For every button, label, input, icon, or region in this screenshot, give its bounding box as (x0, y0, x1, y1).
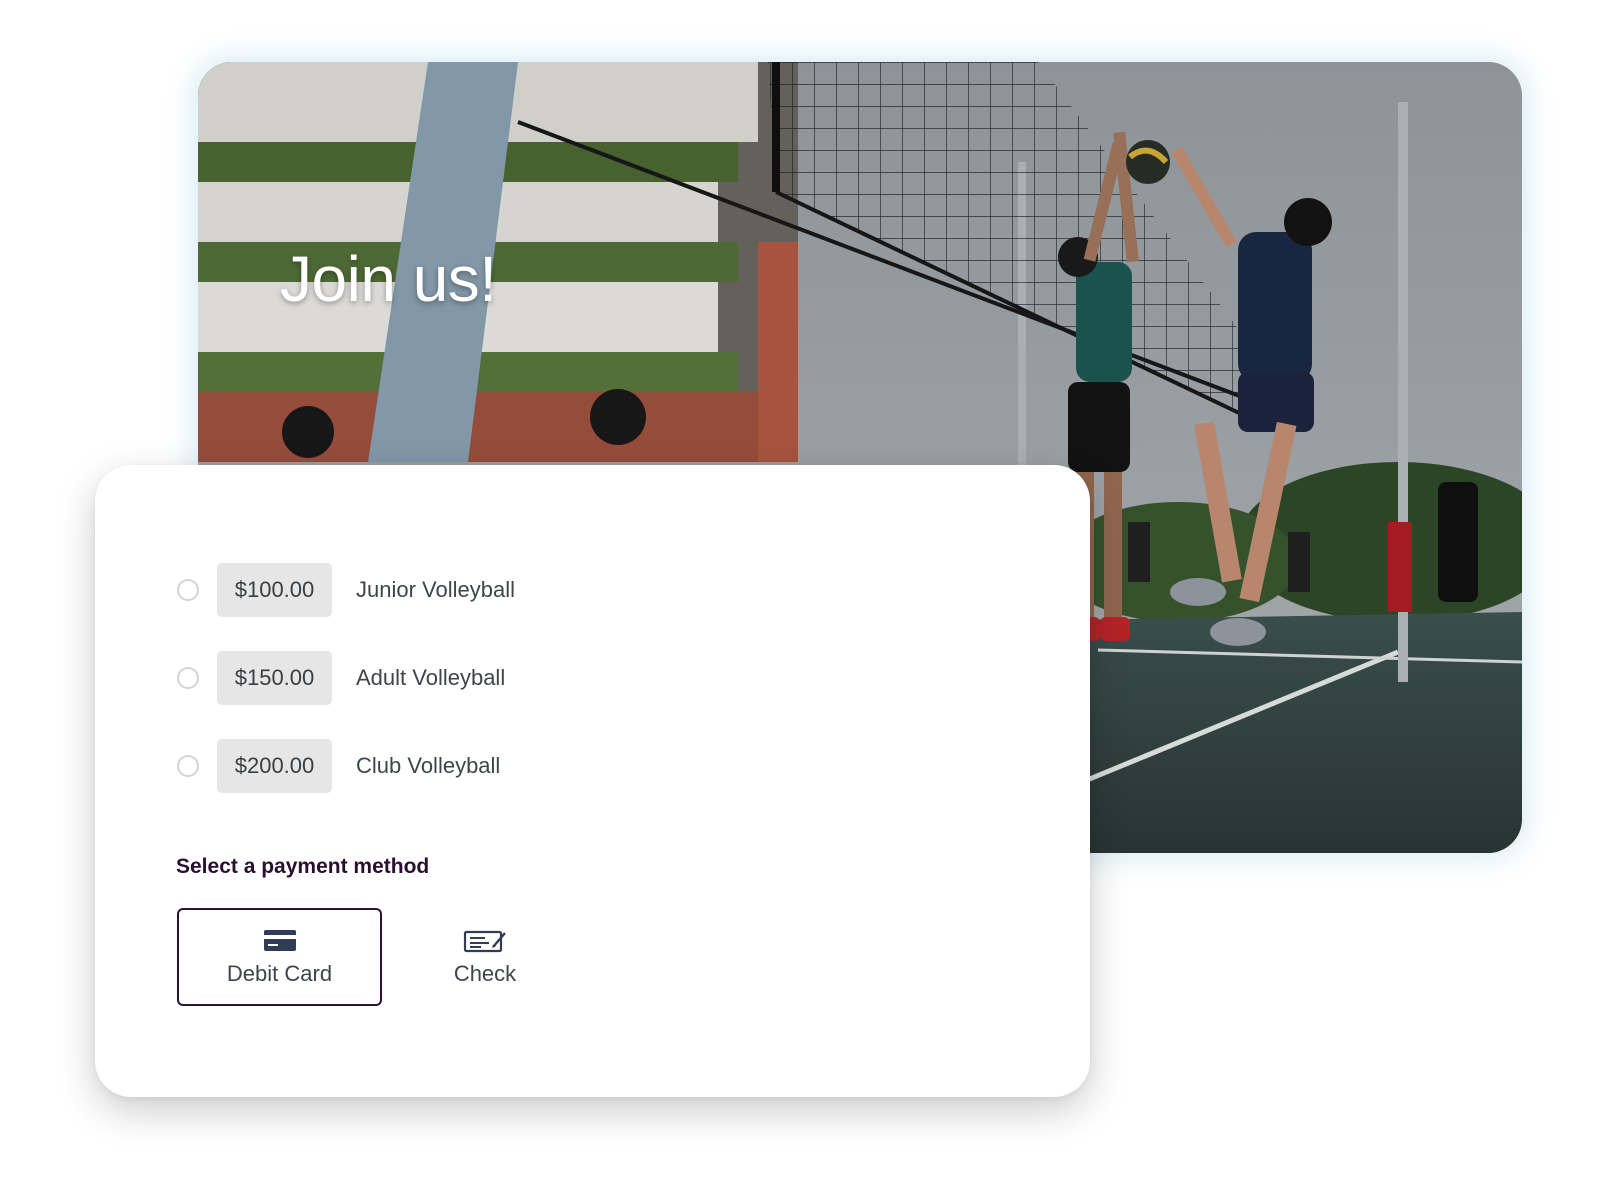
payment-method-label: Check (453, 961, 517, 986)
radio-adult-volleyball[interactable] (177, 667, 199, 689)
membership-options: $100.00 Junior Volleyball $150.00 Adult … (177, 563, 777, 827)
payment-method-label: Debit Card (226, 961, 333, 986)
radio-junior-volleyball[interactable] (177, 579, 199, 601)
check-icon (463, 930, 506, 953)
option-club-volleyball[interactable]: $200.00 Club Volleyball (177, 739, 777, 793)
option-label: Junior Volleyball (356, 577, 515, 602)
payment-method-heading: Select a payment method (176, 855, 430, 878)
radio-club-volleyball[interactable] (177, 755, 199, 777)
option-adult-volleyball[interactable]: $150.00 Adult Volleyball (177, 651, 777, 705)
price-tag: $100.00 (217, 563, 332, 617)
hero-title: Join us! (280, 243, 497, 315)
price-tag: $150.00 (217, 651, 332, 705)
payment-check-button[interactable]: Check (395, 908, 575, 1006)
credit-card-icon (263, 930, 296, 951)
option-label: Club Volleyball (356, 753, 501, 778)
price-tag: $200.00 (217, 739, 332, 793)
option-label: Adult Volleyball (356, 665, 506, 690)
registration-card: $100.00 Junior Volleyball $150.00 Adult … (95, 465, 1090, 1097)
option-junior-volleyball[interactable]: $100.00 Junior Volleyball (177, 563, 777, 617)
payment-debit-card-button[interactable]: Debit Card (177, 908, 382, 1006)
